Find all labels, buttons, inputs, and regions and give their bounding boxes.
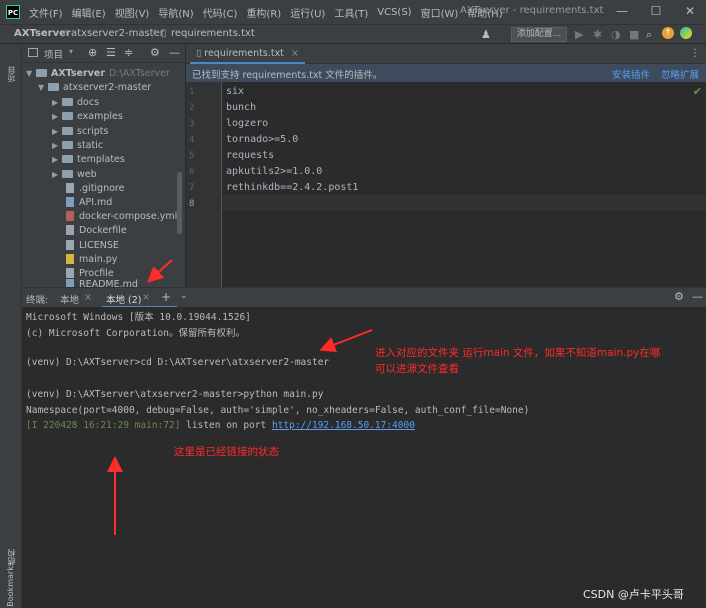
arrow-to-readme <box>147 259 173 283</box>
arrow-to-cd-command <box>319 329 373 353</box>
annotation-note-run-main-2: 可以进源文件查看 <box>375 363 459 375</box>
csdn-watermark: CSDN @卢卡平头哥 <box>583 588 684 601</box>
annotation-arrows <box>107 259 373 535</box>
annotation-note-run-main: 进入对应的文件夹 运行main 文件，如果不知道main.py在哪 <box>375 347 661 359</box>
annotation-note-connected: 这里是已经链接的状态 <box>174 446 279 458</box>
